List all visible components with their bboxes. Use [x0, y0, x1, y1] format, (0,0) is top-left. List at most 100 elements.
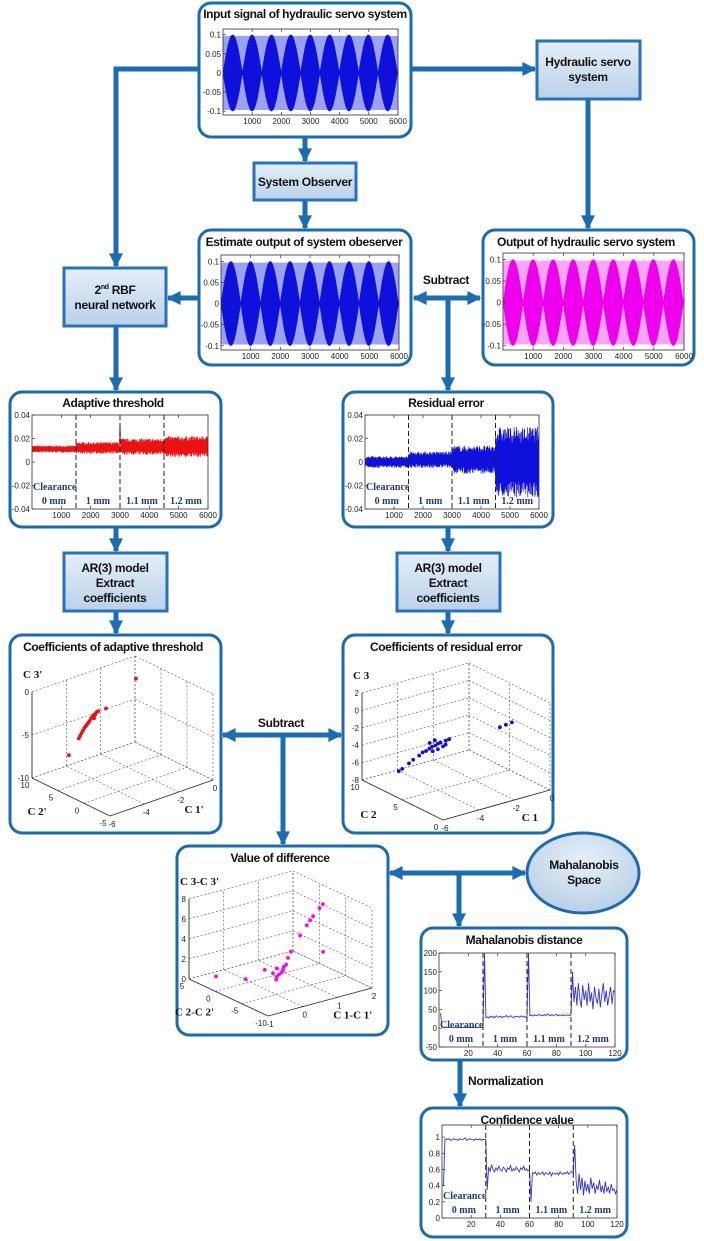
z-tick-label: 8 [182, 895, 187, 904]
y-tick-label: -0.02 [345, 482, 364, 491]
x-tick-label: -6 [108, 820, 116, 829]
x-axis-label: C 1' [184, 804, 203, 816]
clearance-segment-label: 1 mm [86, 496, 111, 507]
svg-text:Coefficients of adaptive thres: Coefficients of adaptive threshold [23, 640, 203, 654]
clearance-segment-label: 1 mm [493, 1034, 518, 1045]
data-point [275, 966, 279, 971]
x-tick-label: 2000 [271, 352, 289, 361]
data-point [436, 747, 440, 752]
clearance-segment-label: 0 mm [452, 1205, 477, 1216]
y-tick-label: -5 [99, 819, 107, 828]
y-tick-label: 0.6 [429, 1165, 441, 1174]
z-tick-label: -10 [17, 774, 29, 783]
z-tick-label: 2 [355, 689, 360, 698]
data-point [104, 706, 108, 711]
data-point [262, 967, 267, 972]
x-tick-label: 3000 [585, 352, 603, 361]
panel-difference: Value of difference -1012-10-50502468C 1… [175, 844, 390, 1037]
y-tick-label: 0.05 [203, 278, 219, 287]
y-tick-label: -0.02 [12, 482, 31, 491]
data-point [321, 950, 325, 954]
x-tick-label: 20 [464, 1049, 473, 1058]
data-point [67, 753, 71, 758]
data-point [243, 977, 248, 981]
z-tick-label: 0 [355, 706, 360, 715]
y-tick-label: -0.05 [483, 320, 502, 329]
x-tick-label: 5000 [645, 352, 663, 361]
y-tick-label: 0 [206, 994, 211, 1003]
x-tick-label: 100 [579, 1049, 593, 1058]
y-tick-label: -10 [255, 1019, 267, 1028]
clearance-segment-label: 1.1 mm [126, 496, 158, 507]
data-point [432, 738, 437, 743]
x-tick-label: 40 [493, 1049, 502, 1058]
panel-coef-threshold: Coefficients of adaptive threshold -6 -4 -… [8, 633, 223, 835]
y-tick-label: 0 [433, 1024, 438, 1033]
x-tick-label: -2 [513, 804, 521, 813]
z-tick-label: -6 [352, 759, 360, 768]
data-point [400, 767, 405, 771]
clearance-segment-label: 1.1 mm [536, 1205, 568, 1216]
x-tick-label: 6000 [675, 352, 693, 361]
clearance-segment-label: 0 mm [449, 1034, 474, 1045]
data-point [308, 918, 312, 923]
x-tick-label: 1000 [524, 352, 542, 361]
data-point [510, 720, 514, 725]
y-tick-label: 0 [215, 300, 220, 309]
x-tick-label: 2 [372, 992, 377, 1001]
clearance-label: Clearance [33, 482, 77, 493]
x-tick-label: 1000 [385, 511, 403, 520]
y-tick-label: 0.05 [485, 277, 501, 286]
y-tick-label: -0.1 [207, 107, 221, 116]
y-tick-label: 0 [217, 69, 222, 78]
clearance-segment-label: 1.1 mm [533, 1034, 565, 1045]
panel-confidence-value: 20 40 60 80 100 120 0 0.2 0.4 0.6 0.8 1 Clearance 0 m… [419, 1106, 629, 1239]
x-tick-label: 100 [581, 1220, 595, 1229]
clearance-segment-label: 1.1 mm [458, 496, 490, 507]
svg-text:Value of difference: Value of difference [230, 851, 330, 865]
y-tick-label: 0.2 [429, 1198, 441, 1207]
x-tick-label: 60 [523, 1049, 532, 1058]
svg-text:Coefficients of residual error: Coefficients of residual error [370, 640, 523, 654]
svg-text:system: system [568, 70, 608, 84]
y-tick-label: 0.1 [208, 257, 220, 266]
x-tick-label: 0 [213, 784, 218, 793]
x-tick-label: -1 [266, 1020, 274, 1029]
x-tick-label: 4000 [472, 511, 490, 520]
svg-text:Mahalanobis distance: Mahalanobis distance [466, 933, 583, 947]
z-tick-label: -5 [22, 731, 30, 740]
x-tick-label: 2000 [414, 511, 432, 520]
x-tick-label: 120 [608, 1049, 622, 1058]
svg-text:coefficients: coefficients [83, 591, 147, 605]
data-point [321, 902, 325, 906]
x-tick-label: 0 [302, 1011, 307, 1020]
y-axis-label: C 2-C 2' [175, 1007, 214, 1019]
svg-text:AR(3) model: AR(3) model [414, 561, 481, 575]
z-tick-label: -2 [352, 724, 360, 733]
panel-coef-residual: Coefficients of residual error -6 -4 -2 0 0 5… [341, 633, 555, 835]
y-tick-label: 0 [75, 806, 80, 815]
ar-model-left-block: AR(3) model Extract coefficients [62, 551, 169, 613]
y-tick-label: 0.4 [429, 1182, 441, 1191]
svg-text:System Observer: System Observer [258, 175, 353, 189]
panel-residual-error: Residual error 1000 2000 3000 4000 5000 6000 -… [341, 390, 555, 529]
x-tick-label: 40 [496, 1220, 505, 1229]
x-tick-label: 3000 [111, 511, 129, 520]
clearance-segment-label: 1 mm [418, 496, 443, 507]
x-tick-label: 5000 [360, 117, 378, 126]
x-tick-label: 60 [525, 1220, 534, 1229]
y-tick-label: -0.05 [201, 321, 220, 330]
svg-text:AR(3) model: AR(3) model [81, 561, 148, 575]
data-point [214, 974, 218, 979]
x-tick-label: 1000 [242, 352, 260, 361]
clearance-segment-label: 1.2 mm [501, 496, 533, 507]
diagram: Subtract Subtract Normalization Hydrauli… [8, 1, 696, 1239]
data-point [284, 962, 288, 967]
clearance-label: Clearance [366, 482, 410, 493]
y-tick-label: 0.02 [14, 435, 30, 444]
clearance-segment-label: 1.2 mm [579, 1205, 611, 1216]
y-tick-label: 0 [434, 823, 439, 832]
y-tick-label: 0 [497, 299, 502, 308]
panel-input-signal: Input signal of hydraulic servo system 1… [197, 1, 413, 139]
x-tick-label: 5000 [170, 511, 188, 520]
